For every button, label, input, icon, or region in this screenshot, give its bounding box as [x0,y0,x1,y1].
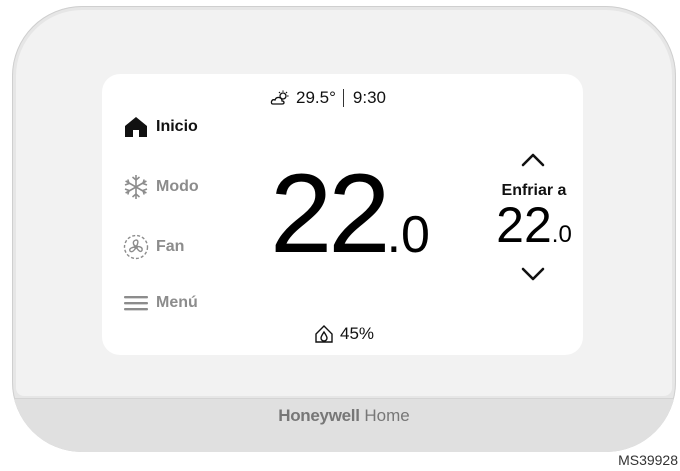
current-temperature: 22.0 [270,158,430,270]
increase-setpoint-button[interactable] [518,150,548,170]
brand-suffix: Home [364,406,410,425]
setpoint-integer: 22 [496,197,552,253]
brand-name: Honeywell [278,406,360,425]
humidity-value: 45% [340,324,375,343]
outdoor-temperature: 29.5° [296,88,336,107]
clock-time: 9:30 [352,88,386,107]
nav-item-label: Menú [156,294,198,311]
nav-item-inicio[interactable]: Inicio [122,114,198,140]
thermostat-screen: 29.5° 9:30 Inicio Modo Fan Menú 22.0 Enf… [102,74,583,355]
current-temperature-integer: 22 [270,151,391,276]
home-icon [122,114,150,140]
fan-icon [122,234,150,260]
setpoint-panel: Enfriar a 22.0 [494,182,574,260]
nav-item-label: Fan [156,238,185,255]
nav-item-label: Modo [156,178,199,195]
decrease-setpoint-button[interactable] [518,264,548,284]
menu-icon [122,290,150,316]
weather-icon [270,90,292,106]
humidity-indicator: 45% [314,324,374,344]
current-temperature-decimal: .0 [386,206,430,264]
brand-logo: Honeywell Home [12,406,676,426]
nav-item-menu[interactable]: Menú [122,290,198,316]
nav-item-modo[interactable]: Modo [122,174,199,200]
snowflake-icon [122,174,150,200]
setpoint-decimal: .0 [551,221,572,248]
nav-item-fan[interactable]: Fan [122,234,184,260]
setpoint-value: 22.0 [494,200,574,260]
nav-item-label: Inicio [156,118,198,135]
status-divider [342,89,344,107]
humidity-icon [314,324,334,344]
status-bar: 29.5° 9:30 [270,88,386,108]
figure-code: MS39928 [618,452,678,468]
